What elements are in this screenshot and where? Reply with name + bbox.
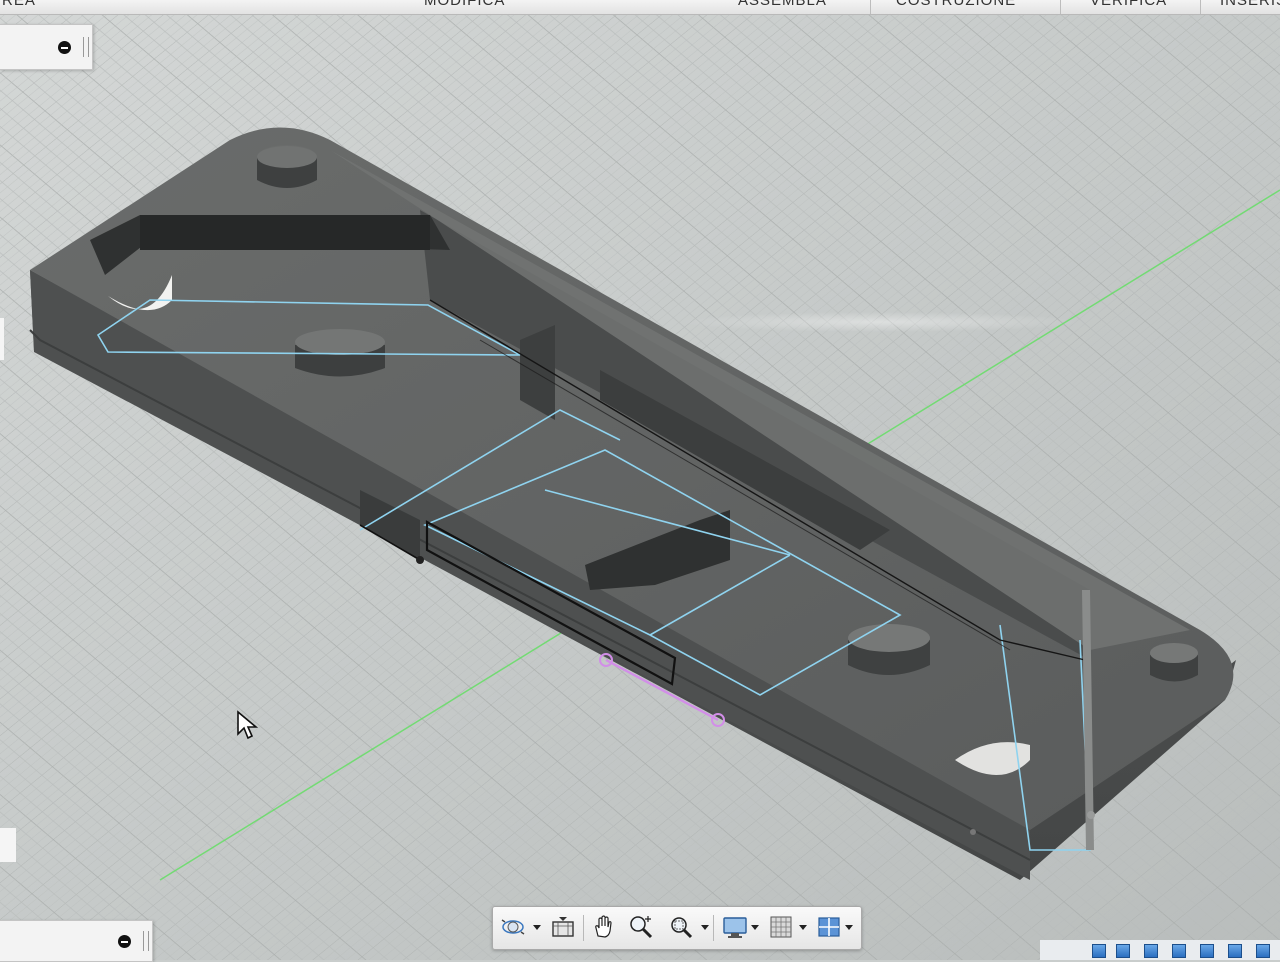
timeline-feature-icon[interactable]	[1228, 944, 1242, 958]
side-tab[interactable]	[0, 318, 4, 360]
display-settings-button[interactable]	[721, 913, 749, 941]
pan-hand-icon	[595, 915, 612, 938]
tab-assemble[interactable]: ASSEMBLA	[738, 0, 827, 9]
timeline-feature-icon[interactable]	[1116, 944, 1130, 958]
look-at-button[interactable]	[549, 913, 577, 941]
chevron-down-icon[interactable]	[799, 925, 807, 930]
navigation-bar	[492, 906, 862, 950]
timeline-feature-icon[interactable]	[1200, 944, 1214, 958]
toolbar-divider	[1060, 0, 1061, 14]
timeline-feature-icon[interactable]	[1172, 944, 1186, 958]
minus-circle-icon[interactable]	[118, 935, 131, 948]
timeline	[1040, 940, 1280, 960]
tab-modify[interactable]: MODIFICA	[424, 0, 505, 9]
boss-cylinder	[257, 145, 317, 188]
chevron-down-icon[interactable]	[751, 925, 759, 930]
zoom-window-button[interactable]	[667, 913, 695, 941]
side-tab[interactable]	[0, 828, 16, 862]
tab-insert[interactable]: INSERIS	[1220, 0, 1280, 9]
sketch-point	[416, 556, 424, 564]
panel-grip[interactable]	[83, 37, 89, 57]
timeline-feature-icon[interactable]	[1256, 944, 1270, 958]
zoom-button[interactable]	[627, 913, 655, 941]
browser-panel	[0, 24, 93, 70]
comments-panel	[0, 920, 153, 962]
viewports-button[interactable]	[815, 913, 843, 941]
tab-create[interactable]: REA	[2, 0, 36, 9]
timeline-feature-icon[interactable]	[1092, 944, 1106, 958]
display-settings-icon	[723, 917, 747, 938]
minus-circle-icon[interactable]	[58, 41, 71, 54]
viewports-icon	[818, 917, 840, 937]
timeline-feature-icon[interactable]	[1144, 944, 1158, 958]
look-at-icon	[552, 917, 574, 937]
tab-construct[interactable]: COSTRUZIONE	[896, 0, 1016, 9]
orbit-icon	[501, 919, 525, 935]
top-toolbar: REA MODIFICA ASSEMBLA COSTRUZIONE VERIFI…	[0, 0, 1280, 15]
orbit-button[interactable]	[499, 913, 527, 941]
nav-divider	[583, 915, 584, 941]
pan-button[interactable]	[589, 913, 617, 941]
grid-settings-icon	[770, 916, 792, 938]
grid-settings-button[interactable]	[767, 913, 795, 941]
canvas-3d-viewport[interactable]	[0, 0, 1280, 960]
zoom-window-icon	[671, 917, 693, 939]
zoom-icon	[630, 916, 653, 939]
chevron-down-icon[interactable]	[533, 925, 541, 930]
tab-inspect[interactable]: VERIFICA	[1090, 0, 1167, 9]
nav-divider	[713, 915, 714, 941]
chevron-down-icon[interactable]	[845, 925, 853, 930]
toolbar-divider	[1200, 0, 1201, 14]
boss-cylinder	[1150, 643, 1198, 682]
model-scene[interactable]	[0, 0, 1280, 960]
panel-grip[interactable]	[143, 931, 149, 951]
toolbar-divider	[870, 0, 871, 14]
arrow-cursor-icon	[237, 710, 258, 740]
boss-cylinder	[848, 624, 930, 675]
chevron-down-icon[interactable]	[701, 925, 709, 930]
